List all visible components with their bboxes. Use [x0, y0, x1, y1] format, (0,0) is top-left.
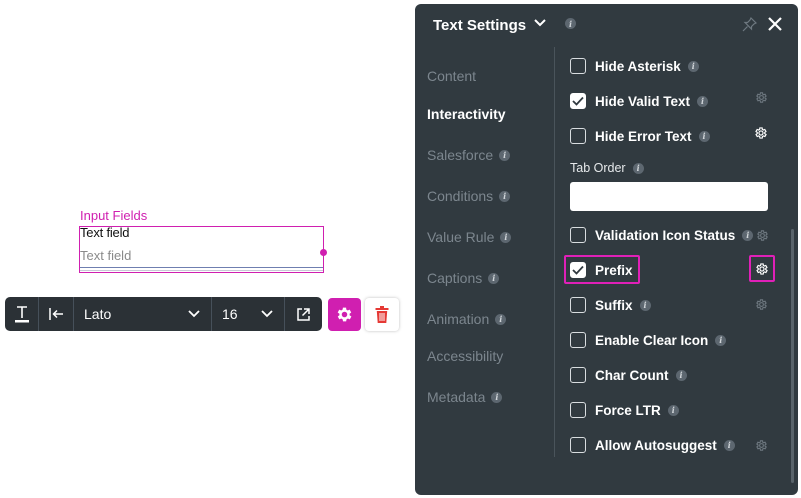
info-icon: i: [491, 391, 503, 403]
open-external-button[interactable]: [285, 297, 321, 331]
gear-icon[interactable]: [755, 262, 769, 276]
info-icon: i: [742, 229, 754, 241]
nav-item-content[interactable]: Content: [427, 68, 476, 84]
info-icon: i: [675, 369, 687, 381]
interactivity-options: Hide Asterisk i Hide Valid Text i Hide E…: [556, 47, 798, 495]
option-allow-autosuggest[interactable]: Allow Autosuggest i: [570, 435, 735, 455]
info-icon: i: [715, 334, 727, 346]
text-field-label: Text field: [80, 225, 130, 240]
close-icon[interactable]: [767, 16, 783, 32]
settings-button[interactable]: [328, 298, 361, 331]
checkbox[interactable]: [570, 402, 586, 418]
checkmark-icon: [572, 265, 584, 275]
checkbox[interactable]: [570, 367, 586, 383]
info-icon: i: [697, 95, 709, 107]
option-prefix[interactable]: Prefix: [570, 260, 633, 280]
checkbox[interactable]: [570, 332, 586, 348]
option-validation-icon-status[interactable]: Validation Icon Status i: [570, 225, 754, 245]
gear-icon: [337, 307, 352, 322]
font-size-value: 16: [222, 306, 238, 322]
text-settings-panel: Text Settings i Content Interactivity Sa…: [415, 4, 798, 495]
info-icon: i: [565, 18, 576, 29]
font-size-select[interactable]: 16: [212, 297, 285, 331]
align-left-button[interactable]: [39, 297, 74, 331]
option-char-count[interactable]: Char Count i: [570, 365, 687, 385]
info-icon: i: [667, 404, 679, 416]
info-icon: i: [488, 272, 500, 284]
checkbox[interactable]: [570, 227, 586, 243]
checkbox-checked[interactable]: [570, 93, 586, 109]
info-icon: i: [500, 231, 512, 243]
nav-item-metadata[interactable]: Metadata i: [427, 389, 503, 405]
checkmark-icon: [572, 96, 584, 106]
nav-item-accessibility[interactable]: Accessibility: [427, 348, 503, 364]
nav-item-conditions[interactable]: Conditions i: [427, 188, 511, 204]
gear-icon[interactable]: [755, 298, 768, 311]
tab-order-input[interactable]: [570, 182, 768, 211]
option-enable-clear-icon[interactable]: Enable Clear Icon i: [570, 330, 727, 350]
panel-header: Text Settings i: [415, 4, 798, 47]
pin-icon[interactable]: [742, 17, 757, 32]
widget-toolbar: Lato 16: [5, 297, 322, 331]
trash-icon: [375, 306, 389, 323]
info-icon: i: [698, 130, 710, 142]
checkbox[interactable]: [570, 297, 586, 313]
widget-title: Input Fields: [80, 208, 148, 223]
info-icon: i: [687, 60, 699, 72]
gear-icon[interactable]: [755, 439, 768, 452]
tab-order-label: Tab Order i: [570, 161, 644, 175]
panel-scrollbar[interactable]: [791, 229, 794, 483]
gear-icon[interactable]: [755, 91, 768, 104]
text-style-button[interactable]: [5, 297, 39, 331]
nav-item-captions[interactable]: Captions i: [427, 270, 500, 286]
delete-button[interactable]: [365, 298, 399, 331]
checkbox[interactable]: [570, 128, 586, 144]
chevron-down-icon: [188, 310, 200, 318]
resize-handle[interactable]: [320, 249, 327, 256]
info-icon: i: [499, 190, 511, 202]
option-suffix[interactable]: Suffix i: [570, 295, 651, 315]
chevron-down-icon[interactable]: [534, 18, 546, 28]
gear-icon[interactable]: [754, 126, 768, 140]
panel-divider: [554, 47, 555, 457]
text-format-icon: [14, 306, 29, 323]
checkbox[interactable]: [570, 58, 586, 74]
external-link-icon: [296, 307, 310, 321]
option-hide-asterisk[interactable]: Hide Asterisk i: [570, 56, 699, 76]
info-icon: i: [499, 149, 511, 161]
align-left-icon: [49, 308, 63, 320]
panel-title[interactable]: Text Settings: [433, 17, 526, 34]
info-icon: i: [632, 162, 644, 174]
nav-item-animation[interactable]: Animation i: [427, 311, 507, 327]
gear-icon[interactable]: [756, 229, 769, 242]
nav-item-value-rule[interactable]: Value Rule i: [427, 229, 512, 245]
text-field-input[interactable]: Text field: [80, 247, 323, 268]
option-hide-valid-text[interactable]: Hide Valid Text i: [570, 91, 709, 111]
font-family-select[interactable]: Lato: [74, 297, 212, 331]
font-family-value: Lato: [84, 306, 112, 322]
checkbox-checked[interactable]: [570, 262, 586, 278]
info-icon: i: [639, 299, 651, 311]
option-force-ltr[interactable]: Force LTR i: [570, 400, 679, 420]
checkbox[interactable]: [570, 437, 586, 453]
nav-item-salesforce[interactable]: Salesforce i: [427, 147, 511, 163]
info-icon: i: [723, 439, 735, 451]
info-icon: i: [495, 313, 507, 325]
widget-underline: [80, 270, 323, 271]
chevron-down-icon: [261, 310, 273, 318]
nav-item-interactivity[interactable]: Interactivity: [427, 106, 506, 122]
option-hide-error-text[interactable]: Hide Error Text i: [570, 126, 710, 146]
